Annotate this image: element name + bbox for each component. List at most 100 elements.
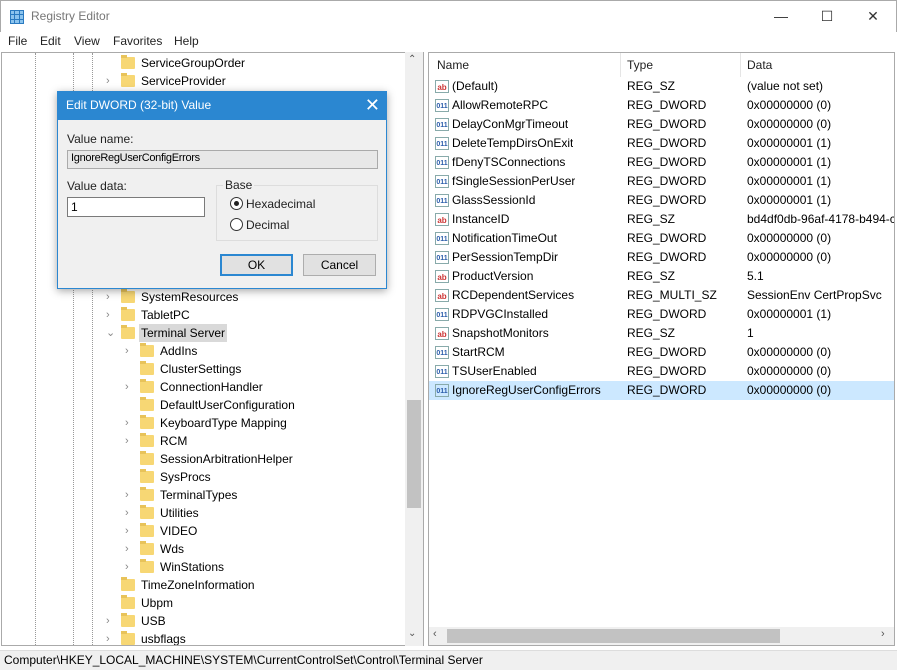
menu-file[interactable]: File xyxy=(8,34,27,48)
tree-item[interactable]: › AddIns xyxy=(2,342,402,360)
value-row[interactable]: 011 fDenyTSConnections REG_DWORD 0x00000001… xyxy=(429,153,894,172)
expand-chevron-icon[interactable]: › xyxy=(125,540,135,558)
maximize-button[interactable]: ☐ xyxy=(804,1,850,31)
value-row[interactable]: 011 AllowRemoteRPC REG_DWORD 0x00000000 (0) xyxy=(429,96,894,115)
value-row[interactable]: 011 GlassSessionId REG_DWORD 0x00000001 (1) xyxy=(429,191,894,210)
scroll-right-icon[interactable]: › xyxy=(881,628,885,640)
column-header-type[interactable]: Type xyxy=(627,58,653,72)
expand-chevron-icon[interactable]: › xyxy=(106,72,116,90)
ok-button[interactable]: OK xyxy=(220,254,293,276)
close-button[interactable]: ✕ xyxy=(850,1,896,31)
tree-item[interactable]: ClusterSettings xyxy=(2,360,402,378)
tree-item-label[interactable]: Utilities xyxy=(158,504,201,522)
minimize-button[interactable]: — xyxy=(758,1,804,31)
tree-item-label[interactable]: ConnectionHandler xyxy=(158,378,265,396)
value-row[interactable]: ab InstanceID REG_SZ bd4df0db-96af-4178-b49… xyxy=(429,210,894,229)
value-row[interactable]: 011 StartRCM REG_DWORD 0x00000000 (0) xyxy=(429,343,894,362)
cancel-button[interactable]: Cancel xyxy=(303,254,376,276)
tree-item[interactable]: DefaultUserConfiguration xyxy=(2,396,402,414)
hexadecimal-label[interactable]: Hexadecimal xyxy=(246,197,315,211)
value-row[interactable]: 011 PerSessionTempDir REG_DWORD 0x00000000 … xyxy=(429,248,894,267)
tree-item-label[interactable]: ServiceProvider xyxy=(139,72,228,90)
tree-item[interactable]: › VIDEO xyxy=(2,522,402,540)
list-scroll-thumb[interactable] xyxy=(447,629,780,643)
column-divider[interactable] xyxy=(620,53,621,77)
tree-item[interactable]: ⌄ Terminal Server xyxy=(2,324,402,342)
tree-item-label[interactable]: Wds xyxy=(158,540,186,558)
tree-item-label[interactable]: DefaultUserConfiguration xyxy=(158,396,297,414)
menu-edit[interactable]: Edit xyxy=(40,34,61,48)
value-row[interactable]: ab SnapshotMonitors REG_SZ 1 xyxy=(429,324,894,343)
tree-item-label[interactable]: KeyboardType Mapping xyxy=(158,414,289,432)
expand-chevron-icon[interactable]: › xyxy=(106,630,116,645)
menu-favorites[interactable]: Favorites xyxy=(113,34,162,48)
tree-vertical-scrollbar[interactable]: ⌃ ⌄ xyxy=(405,52,423,646)
value-row[interactable]: 011 DelayConMgrTimeout REG_DWORD 0x00000000… xyxy=(429,115,894,134)
tree-item[interactable]: › USB xyxy=(2,612,402,630)
tree-item-label[interactable]: TabletPC xyxy=(139,306,192,324)
tree-item-label[interactable]: ServiceGroupOrder xyxy=(139,54,247,72)
tree-item-label[interactable]: RCM xyxy=(158,432,189,450)
scroll-left-icon[interactable]: ‹ xyxy=(433,628,437,640)
tree-item[interactable]: › KeyboardType Mapping xyxy=(2,414,402,432)
tree-item-label[interactable]: SessionArbitrationHelper xyxy=(158,450,295,468)
expand-chevron-icon[interactable]: › xyxy=(125,414,135,432)
tree-item-label[interactable]: ClusterSettings xyxy=(158,360,243,378)
value-row[interactable]: ab (Default) REG_SZ (value not set) xyxy=(429,77,894,96)
column-header-name[interactable]: Name xyxy=(437,58,469,72)
tree-item-label[interactable]: SysProcs xyxy=(158,468,213,486)
expand-chevron-icon[interactable]: › xyxy=(106,306,116,324)
scroll-down-icon[interactable]: ⌄ xyxy=(408,628,416,639)
tree-item-label[interactable]: AddIns xyxy=(158,342,199,360)
value-row[interactable]: 011 DeleteTempDirsOnExit REG_DWORD 0x000000… xyxy=(429,134,894,153)
value-row[interactable]: 011 RDPVGCInstalled REG_DWORD 0x00000001 (1… xyxy=(429,305,894,324)
menu-help[interactable]: Help xyxy=(174,34,199,48)
tree-item[interactable]: SessionArbitrationHelper xyxy=(2,450,402,468)
expand-chevron-icon[interactable]: › xyxy=(106,612,116,630)
column-divider[interactable] xyxy=(740,53,741,77)
scroll-up-icon[interactable]: ⌃ xyxy=(408,54,416,65)
tree-item[interactable]: › Utilities xyxy=(2,504,402,522)
tree-item[interactable]: › Wds xyxy=(2,540,402,558)
tree-item-label[interactable]: VIDEO xyxy=(158,522,199,540)
tree-item[interactable]: › SystemResources xyxy=(2,288,402,306)
value-data-input[interactable]: 1 xyxy=(67,197,205,217)
tree-item[interactable]: › ConnectionHandler xyxy=(2,378,402,396)
tree-item-label[interactable]: Terminal Server xyxy=(139,324,228,342)
expand-chevron-icon[interactable]: › xyxy=(125,558,135,576)
hexadecimal-radio[interactable] xyxy=(230,197,243,210)
tree-scroll-thumb[interactable] xyxy=(407,400,421,508)
tree-item-label[interactable]: WinStations xyxy=(158,558,226,576)
value-row[interactable]: 011 NotificationTimeOut REG_DWORD 0x0000000… xyxy=(429,229,894,248)
expand-chevron-icon[interactable]: › xyxy=(106,288,116,306)
collapse-chevron-icon[interactable]: ⌄ xyxy=(106,324,116,342)
tree-item[interactable]: TimeZoneInformation xyxy=(2,576,402,594)
tree-item[interactable]: ServiceGroupOrder xyxy=(2,54,402,72)
tree-item[interactable]: › TerminalTypes xyxy=(2,486,402,504)
value-row[interactable]: ab RCDependentServices REG_MULTI_SZ Session… xyxy=(429,286,894,305)
expand-chevron-icon[interactable]: › xyxy=(125,486,135,504)
value-row[interactable]: ab ProductVersion REG_SZ 5.1 xyxy=(429,267,894,286)
tree-item[interactable]: SysProcs xyxy=(2,468,402,486)
tree-item[interactable]: Ubpm xyxy=(2,594,402,612)
tree-item-label[interactable]: USB xyxy=(139,612,168,630)
expand-chevron-icon[interactable]: › xyxy=(125,522,135,540)
tree-item[interactable]: › RCM xyxy=(2,432,402,450)
decimal-label[interactable]: Decimal xyxy=(246,218,289,232)
dialog-close-button[interactable]: ✕ xyxy=(365,95,380,115)
decimal-radio[interactable] xyxy=(230,218,243,231)
tree-item-label[interactable]: Ubpm xyxy=(139,594,175,612)
value-row[interactable]: 011 fSingleSessionPerUser REG_DWORD 0x00000… xyxy=(429,172,894,191)
tree-item-label[interactable]: SystemResources xyxy=(139,288,240,306)
tree-item-label[interactable]: TerminalTypes xyxy=(158,486,239,504)
expand-chevron-icon[interactable]: › xyxy=(125,378,135,396)
expand-chevron-icon[interactable]: › xyxy=(125,432,135,450)
expand-chevron-icon[interactable]: › xyxy=(125,504,135,522)
tree-item[interactable]: › ServiceProvider xyxy=(2,72,402,90)
tree-item-label[interactable]: usbflags xyxy=(139,630,188,645)
value-row[interactable]: 011 TSUserEnabled REG_DWORD 0x00000000 (0) xyxy=(429,362,894,381)
tree-item-label[interactable]: TimeZoneInformation xyxy=(139,576,257,594)
value-row[interactable]: 011 IgnoreRegUserConfigErrors REG_DWORD 0x0… xyxy=(429,381,894,400)
menu-view[interactable]: View xyxy=(74,34,100,48)
expand-chevron-icon[interactable]: › xyxy=(125,342,135,360)
